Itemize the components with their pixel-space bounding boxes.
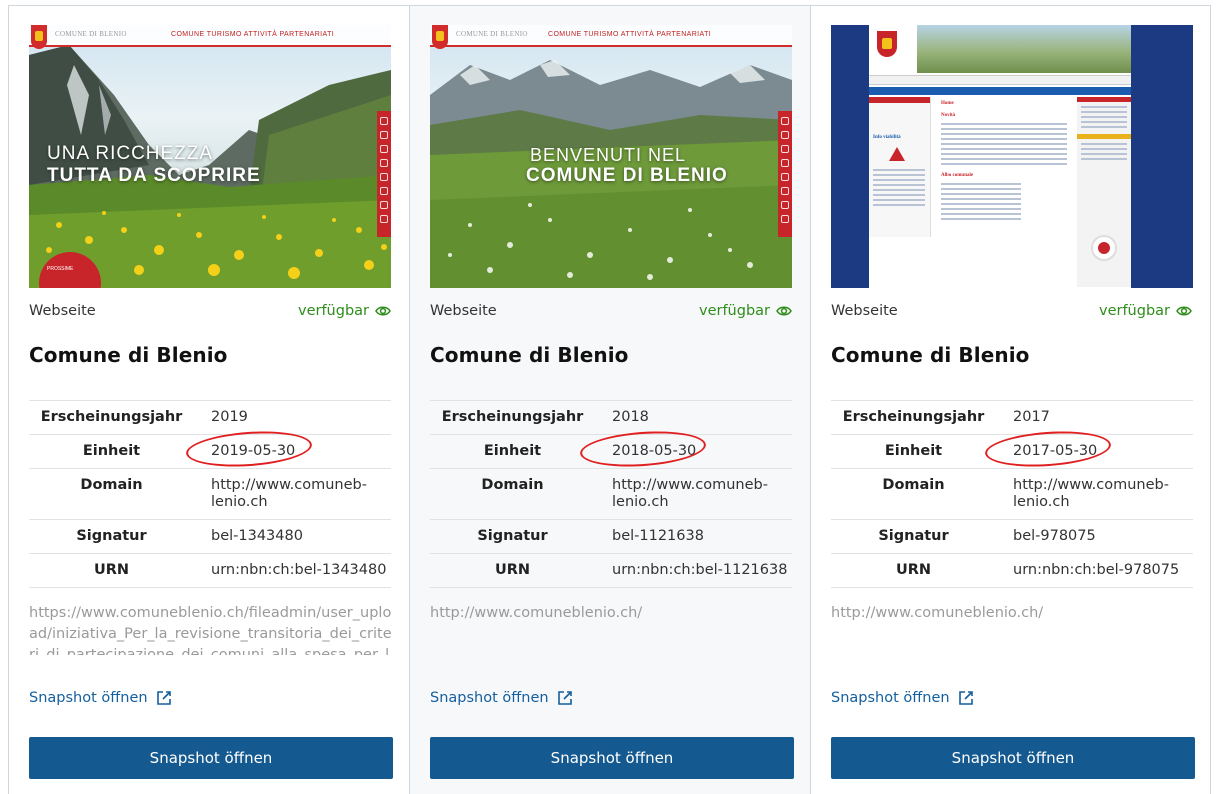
hero-line-2: COMUNE DI BLENIO: [526, 165, 728, 186]
signature-value: bel-1343480: [194, 519, 391, 554]
open-snapshot-button[interactable]: Snapshot öffnen: [29, 737, 393, 779]
domain-value: http://www.comuneb-lenio.ch: [595, 468, 792, 520]
results-grid: COMUNE DI BLENIO COMUNE TURISMO ATTIVITÀ…: [8, 5, 1211, 794]
link-label[interactable]: Snapshot öffnen: [29, 690, 148, 706]
urn-label: URN: [430, 553, 595, 588]
site-nav: COMUNE TURISMO ATTIVITÀ PARTENARIATI: [548, 31, 712, 38]
metadata-table: Erscheinungsjahr 2019 Einheit 2019-05-30 D…: [29, 400, 391, 588]
old-site-page: Info viabilità Home Novità Albo comunale: [869, 25, 1131, 288]
site-left-column: Info viabilità: [869, 97, 931, 237]
unit-label: Einheit: [831, 434, 996, 469]
snapshot-thumbnail[interactable]: COMUNE DI BLENIO COMUNE TURISMO ATTIVITÀ…: [430, 25, 792, 288]
resource-type: Webseite: [831, 303, 898, 319]
result-card: COMUNE DI BLENIO COMUNE TURISMO ATTIVITÀ…: [409, 5, 810, 794]
warning-icon: [889, 147, 905, 161]
result-card: Info viabilità Home Novità Albo comunale: [810, 5, 1211, 794]
year-value: 2019: [194, 400, 391, 435]
site-subnav: [869, 87, 1131, 95]
domain-value: http://www.comuneb-lenio.ch: [194, 468, 391, 520]
coat-of-arms-icon: [877, 31, 897, 57]
arrow-badge-icon: [1091, 235, 1117, 261]
metadata-table: Erscheinungsjahr 2018 Einheit 2018-05-30 D…: [430, 400, 792, 588]
status-label: verfügbar: [297, 303, 369, 319]
badge-label: PROSSIME: [47, 266, 74, 272]
site-brand: COMUNE DI BLENIO: [456, 30, 528, 38]
open-snapshot-button[interactable]: Snapshot öffnen: [831, 737, 1195, 779]
urn-value: urn:nbn:ch:bel-1343480: [194, 553, 391, 588]
site-header: COMUNE DI BLENIO COMUNE TURISMO ATTIVITÀ…: [29, 25, 391, 49]
year-value: 2018: [595, 400, 792, 435]
unit-label: Einheit: [430, 434, 595, 469]
domain-label: Domain: [831, 468, 996, 520]
signature-label: Signatur: [430, 519, 595, 554]
domain-label: Domain: [430, 468, 595, 520]
signature-label: Signatur: [29, 519, 194, 554]
status-label: verfügbar: [698, 303, 770, 319]
status-label: verfügbar: [1098, 303, 1170, 319]
signature-value: bel-978075: [996, 519, 1193, 554]
resource-type: Webseite: [29, 303, 96, 319]
site-nav: [869, 75, 1131, 85]
result-card: COMUNE DI BLENIO COMUNE TURISMO ATTIVITÀ…: [8, 5, 409, 794]
urn-label: URN: [29, 553, 194, 588]
metadata-table: Erscheinungsjahr 2017 Einheit 2017-05-30 D…: [831, 400, 1193, 588]
availability-status: verfügbar: [699, 303, 792, 319]
card-title: Comune di Blenio: [430, 343, 629, 367]
hero-line-1: UNA RICCHEZZA: [47, 143, 214, 164]
news-heading: Novità: [941, 113, 956, 118]
hero-line-1: BENVENUTI NEL: [530, 145, 687, 165]
eye-icon: [375, 306, 391, 316]
year-label: Erscheinungsjahr: [430, 400, 595, 435]
link-label[interactable]: Snapshot öffnen: [430, 690, 549, 706]
resource-type: Webseite: [430, 303, 497, 319]
site-nav: COMUNE TURISMO ATTIVITÀ PARTENARIATI: [171, 31, 335, 38]
open-snapshot-button[interactable]: Snapshot öffnen: [430, 737, 794, 779]
availability-status: verfügbar: [1099, 303, 1192, 319]
domain-label: Domain: [29, 468, 194, 520]
card-title: Comune di Blenio: [29, 343, 228, 367]
open-snapshot-link[interactable]: Snapshot öffnen: [29, 690, 172, 706]
site-header: [869, 25, 1131, 73]
signature-value: bel-1121638: [595, 519, 792, 554]
site-header: COMUNE DI BLENIO COMUNE TURISMO ATTIVITÀ…: [430, 25, 792, 49]
external-link-icon[interactable]: [156, 690, 172, 706]
external-link-icon[interactable]: [958, 690, 974, 706]
year-label: Erscheinungsjahr: [29, 400, 194, 435]
link-label[interactable]: Snapshot öffnen: [831, 690, 950, 706]
open-snapshot-link[interactable]: Snapshot öffnen: [430, 690, 573, 706]
urn-value: urn:nbn:ch:bel-1121638: [595, 553, 792, 588]
coat-of-arms-icon: [432, 25, 448, 49]
traffic-info-heading: Info viabilità: [873, 135, 901, 140]
snapshot-thumbnail[interactable]: COMUNE DI BLENIO COMUNE TURISMO ATTIVITÀ…: [29, 25, 391, 288]
card-title: Comune di Blenio: [831, 343, 1030, 367]
snapshot-url: http://www.comuneblenio.ch/: [831, 605, 1044, 621]
year-value: 2017: [996, 400, 1193, 435]
header-photo: [917, 25, 1131, 73]
site-right-column: [1077, 97, 1131, 287]
snapshot-url: http://www.comuneblenio.ch/: [430, 605, 643, 621]
year-label: Erscheinungsjahr: [831, 400, 996, 435]
urn-value: urn:nbn:ch:bel-978075: [996, 553, 1193, 588]
urn-label: URN: [831, 553, 996, 588]
availability-status: verfügbar: [298, 303, 391, 319]
eye-icon: [776, 306, 792, 316]
external-link-icon[interactable]: [557, 690, 573, 706]
side-icon-rail: [377, 111, 391, 237]
domain-value: http://www.comuneb-lenio.ch: [996, 468, 1193, 520]
coat-of-arms-icon: [31, 25, 47, 49]
notice-board-heading: Albo comunale: [941, 173, 974, 178]
unit-label: Einheit: [29, 434, 194, 469]
site-brand: COMUNE DI BLENIO: [55, 30, 127, 38]
snapshot-url: https://www.comuneblenio.ch/fileadmin/us…: [29, 605, 392, 655]
eye-icon: [1176, 306, 1192, 316]
home-heading: Home: [941, 101, 954, 106]
snapshot-thumbnail[interactable]: Info viabilità Home Novità Albo comunale: [831, 25, 1193, 288]
hero-line-2: TUTTA DA SCOPRIRE: [47, 165, 261, 186]
open-snapshot-link[interactable]: Snapshot öffnen: [831, 690, 974, 706]
signature-label: Signatur: [831, 519, 996, 554]
side-icon-rail: [778, 111, 792, 237]
